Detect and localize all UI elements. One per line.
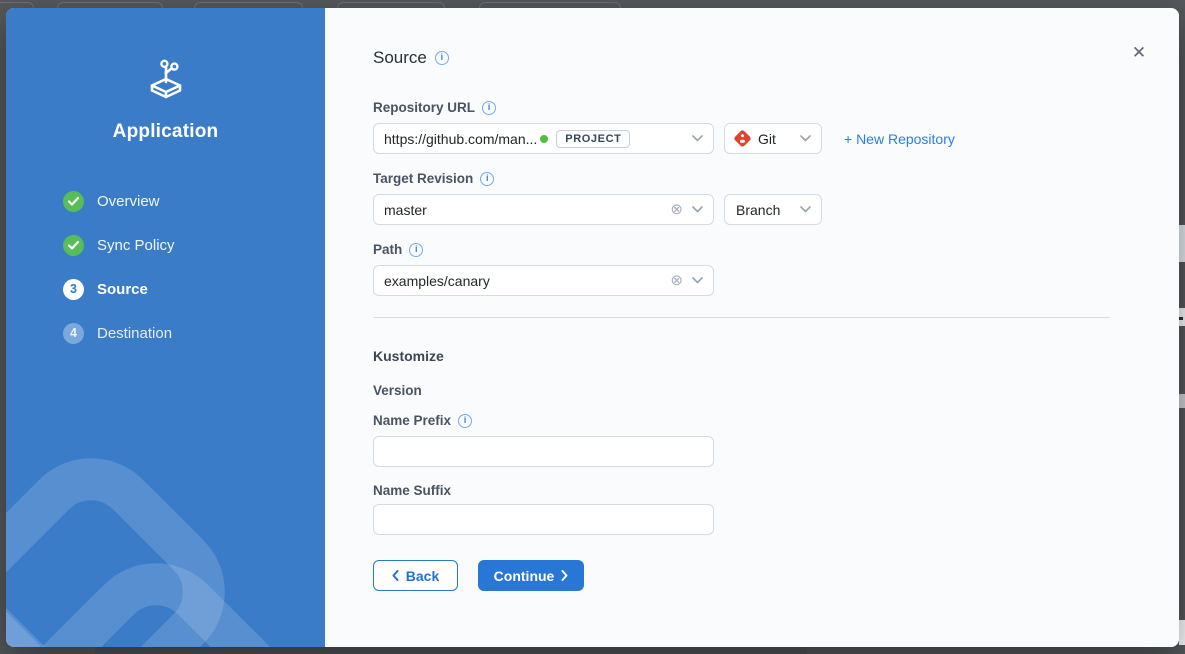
info-icon[interactable]: i xyxy=(480,172,494,186)
target-revision-label: Target Revision xyxy=(373,171,473,186)
target-revision-combobox[interactable]: ⊗ xyxy=(373,194,714,225)
wizard-title: Application xyxy=(6,121,325,143)
brand-block: Application xyxy=(6,52,325,143)
repository-url-value: https://github.com/man... xyxy=(384,131,537,147)
page-title: Source xyxy=(373,48,427,68)
back-button-label: Back xyxy=(406,568,439,584)
path-label: Path xyxy=(373,242,402,257)
step-number-badge: 4 xyxy=(63,323,84,344)
target-revision-input[interactable] xyxy=(384,202,670,218)
revision-ref-type-value: Branch xyxy=(736,202,780,218)
logo-watermark xyxy=(6,387,325,647)
step-label: Source xyxy=(97,281,148,298)
background-fragment xyxy=(1179,620,1185,645)
info-icon[interactable]: i xyxy=(409,243,423,257)
name-suffix-field[interactable] xyxy=(373,504,714,535)
path-combobox[interactable]: ⊗ xyxy=(373,265,714,296)
chevron-down-icon[interactable] xyxy=(692,206,703,213)
close-icon[interactable]: ✕ xyxy=(1129,42,1149,62)
continue-button[interactable]: Continue xyxy=(478,560,584,591)
name-suffix-input[interactable] xyxy=(384,512,703,528)
step-sync-policy[interactable]: Sync Policy xyxy=(6,223,325,267)
clear-icon[interactable]: ⊗ xyxy=(670,202,683,217)
chevron-left-icon xyxy=(392,570,399,581)
clear-icon[interactable]: ⊗ xyxy=(670,273,683,288)
chevron-down-icon xyxy=(800,206,811,213)
step-overview[interactable]: Overview xyxy=(6,179,325,223)
chevron-right-icon xyxy=(561,570,568,581)
name-prefix-field[interactable] xyxy=(373,436,714,467)
step-label: Sync Policy xyxy=(97,237,175,254)
version-label: Version xyxy=(373,383,1110,398)
name-prefix-label: Name Prefix xyxy=(373,413,451,428)
continue-button-label: Continue xyxy=(494,568,555,584)
info-icon[interactable]: i xyxy=(435,51,449,65)
git-icon xyxy=(733,129,751,147)
step-label: Destination xyxy=(97,325,172,342)
info-icon[interactable]: i xyxy=(482,101,496,115)
chevron-down-icon[interactable] xyxy=(692,135,703,142)
repository-url-label: Repository URL xyxy=(373,100,475,115)
background-fragment xyxy=(95,647,807,654)
new-application-wizard-modal: Application Overview Sync Policy 3 Sourc… xyxy=(6,8,1179,647)
step-label: Overview xyxy=(97,193,160,210)
new-repository-link[interactable]: + New Repository xyxy=(844,131,955,147)
connection-status-dot xyxy=(540,135,548,143)
check-icon xyxy=(63,235,84,256)
wizard-sidebar: Application Overview Sync Policy 3 Sourc… xyxy=(6,8,325,647)
step-number-badge: 3 xyxy=(63,279,84,300)
background-fragment xyxy=(1179,308,1185,326)
repository-type-value: Git xyxy=(758,131,776,147)
repository-type-select[interactable]: Git xyxy=(724,123,822,154)
wizard-content-panel: ✕ Source i Repository URL i https://gith… xyxy=(325,8,1179,647)
name-prefix-input[interactable] xyxy=(384,444,703,460)
application-icon xyxy=(141,52,191,102)
background-fragment xyxy=(1179,225,1185,262)
chevron-down-icon[interactable] xyxy=(692,277,703,284)
back-button[interactable]: Back xyxy=(373,560,458,591)
path-input[interactable] xyxy=(384,273,670,289)
revision-ref-type-select[interactable]: Branch xyxy=(724,194,822,225)
wizard-steps: Overview Sync Policy 3 Source 4 Destinat… xyxy=(6,179,325,355)
step-destination[interactable]: 4 Destination xyxy=(6,311,325,355)
kustomize-heading: Kustomize xyxy=(373,348,1110,364)
check-icon xyxy=(63,191,84,212)
section-divider xyxy=(373,317,1110,318)
info-icon[interactable]: i xyxy=(458,414,472,428)
chevron-down-icon xyxy=(800,135,811,142)
project-badge: PROJECT xyxy=(556,130,630,148)
name-suffix-label: Name Suffix xyxy=(373,483,451,498)
background-fragment xyxy=(1179,394,1185,408)
step-source[interactable]: 3 Source xyxy=(6,267,325,311)
repository-url-combobox[interactable]: https://github.com/man... PROJECT xyxy=(373,123,714,154)
